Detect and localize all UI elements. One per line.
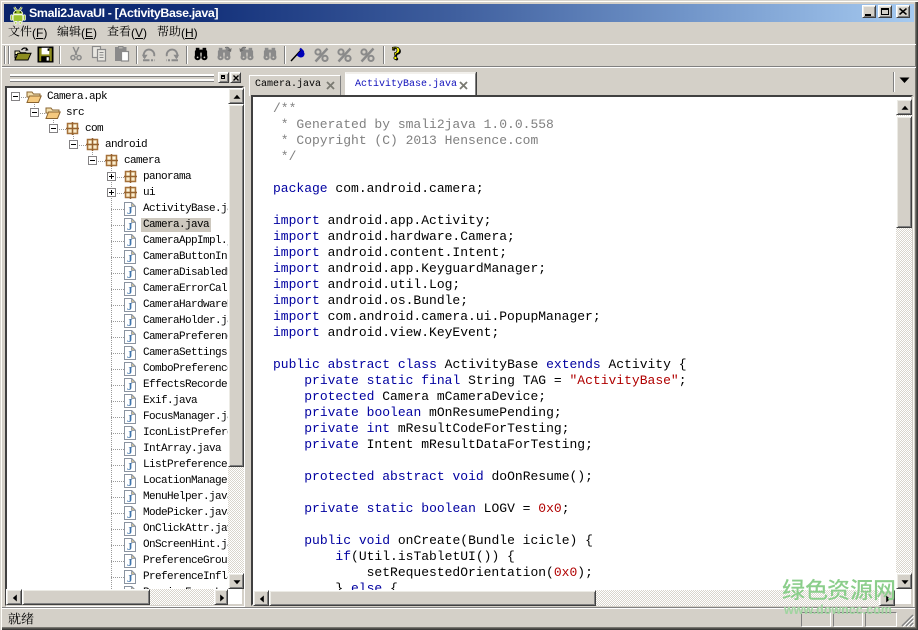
svg-text:J: J bbox=[127, 349, 133, 360]
svg-text:J: J bbox=[127, 285, 133, 296]
svg-text:J: J bbox=[127, 557, 133, 568]
svg-text:J: J bbox=[127, 317, 133, 328]
svg-text:J: J bbox=[127, 253, 133, 264]
svg-text:J: J bbox=[127, 509, 133, 520]
svg-text:J: J bbox=[127, 269, 133, 280]
svg-text:J: J bbox=[127, 397, 133, 408]
svg-text:J: J bbox=[127, 301, 133, 312]
svg-text:J: J bbox=[127, 221, 133, 232]
svg-text:J: J bbox=[127, 413, 133, 424]
svg-text:J: J bbox=[127, 381, 133, 392]
svg-text:J: J bbox=[127, 237, 133, 248]
svg-text:J: J bbox=[127, 525, 133, 536]
svg-text:J: J bbox=[127, 205, 133, 216]
svg-text:J: J bbox=[127, 429, 133, 440]
svg-text:J: J bbox=[127, 573, 133, 584]
svg-text:J: J bbox=[127, 445, 133, 456]
svg-text:J: J bbox=[127, 493, 133, 504]
svg-text:J: J bbox=[127, 365, 133, 376]
svg-text:J: J bbox=[127, 477, 133, 488]
svg-text:J: J bbox=[127, 541, 133, 552]
svg-text:J: J bbox=[127, 333, 133, 344]
svg-text:J: J bbox=[127, 461, 133, 472]
svg-text:?: ? bbox=[391, 46, 401, 64]
